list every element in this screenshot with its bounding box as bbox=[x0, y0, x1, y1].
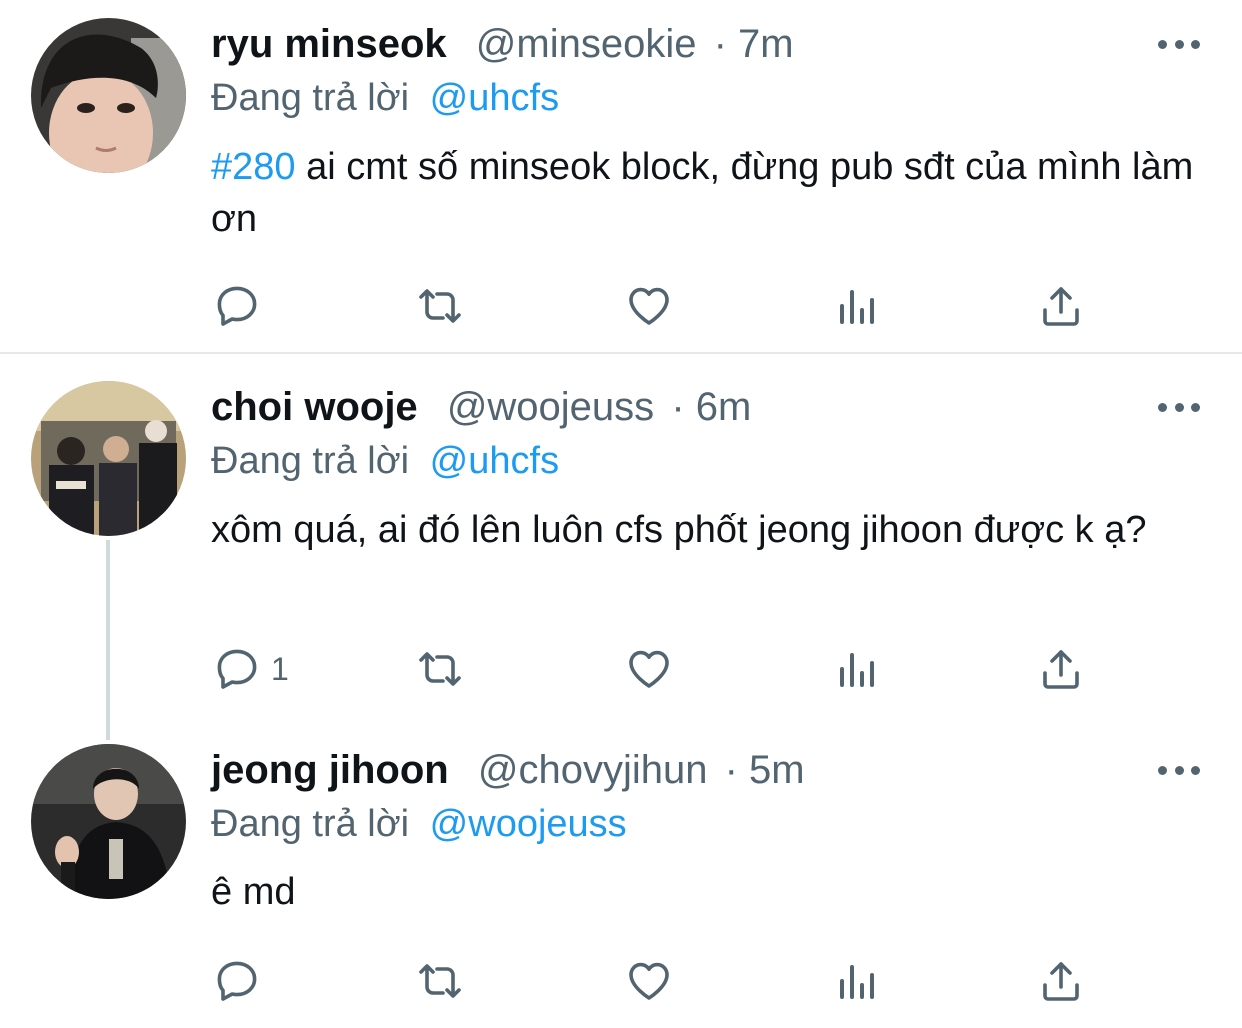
like-button[interactable] bbox=[625, 644, 673, 694]
reply-mention-link[interactable]: @uhcfs bbox=[430, 440, 559, 482]
avatar[interactable] bbox=[31, 381, 186, 536]
tweet-text: xôm quá, ai đó lên luôn cfs phốt jeong j… bbox=[211, 509, 1147, 551]
user-handle[interactable]: @chovyjihun bbox=[478, 748, 708, 792]
retweet-button[interactable] bbox=[416, 956, 464, 1006]
reply-icon bbox=[213, 645, 261, 693]
tweet-actions: 1 bbox=[213, 644, 1093, 694]
views-button[interactable] bbox=[832, 956, 880, 1006]
views-icon bbox=[832, 645, 880, 693]
share-button[interactable] bbox=[1037, 956, 1085, 1006]
reply-icon bbox=[213, 282, 261, 330]
user-handle[interactable]: @woojeuss bbox=[447, 385, 654, 429]
like-button[interactable] bbox=[625, 956, 673, 1006]
tweet-text: ê md bbox=[211, 871, 296, 913]
timestamp[interactable]: · 7m bbox=[714, 22, 794, 66]
tweet-header: choi wooje @woojeuss · 6m bbox=[211, 383, 751, 431]
reply-count: 1 bbox=[271, 650, 289, 687]
reply-mention-link[interactable]: @woojeuss bbox=[430, 803, 627, 845]
tweet-header: jeong jihoon @chovyjihun · 5m bbox=[211, 746, 805, 794]
retweet-button[interactable] bbox=[416, 281, 464, 331]
avatar-photo bbox=[31, 18, 186, 173]
tweet-actions bbox=[213, 281, 1093, 331]
retweet-icon bbox=[416, 282, 464, 330]
replying-to-label: Đang trả lời bbox=[211, 440, 410, 482]
tweet-jeong-jihoon[interactable]: jeong jihoon @chovyjihun · 5m Đang trả l… bbox=[0, 734, 1242, 1028]
more-icon[interactable] bbox=[1158, 399, 1200, 415]
reply-button[interactable] bbox=[213, 956, 271, 1006]
tweet-actions bbox=[213, 956, 1093, 1006]
share-button[interactable] bbox=[1037, 644, 1085, 694]
heart-icon bbox=[625, 645, 673, 693]
reply-mention-link[interactable]: @uhcfs bbox=[430, 77, 559, 119]
replying-to: Đang trả lời @uhcfs bbox=[211, 437, 559, 485]
replying-to-label: Đang trả lời bbox=[211, 803, 410, 845]
hashtag-link[interactable]: #280 bbox=[211, 146, 296, 188]
views-icon bbox=[832, 282, 880, 330]
timestamp[interactable]: · 5m bbox=[725, 748, 805, 792]
more-icon[interactable] bbox=[1158, 36, 1200, 52]
replying-to: Đang trả lời @woojeuss bbox=[211, 800, 627, 848]
views-button[interactable] bbox=[832, 281, 880, 331]
display-name[interactable]: choi wooje bbox=[211, 385, 418, 429]
reply-button[interactable] bbox=[213, 281, 271, 331]
tweet-body: ai cmt số minseok block, đừng pub sđt củ… bbox=[211, 146, 1194, 240]
display-name[interactable]: ryu minseok bbox=[211, 22, 447, 66]
retweet-icon bbox=[416, 645, 464, 693]
avatar-photo bbox=[31, 744, 186, 899]
timestamp[interactable]: · 6m bbox=[671, 385, 751, 429]
share-icon bbox=[1037, 282, 1085, 330]
avatar[interactable] bbox=[31, 744, 186, 899]
retweet-icon bbox=[416, 957, 464, 1005]
replying-to: Đang trả lời @uhcfs bbox=[211, 74, 559, 122]
display-name[interactable]: jeong jihoon bbox=[211, 748, 449, 792]
share-icon bbox=[1037, 645, 1085, 693]
reply-icon bbox=[213, 957, 261, 1005]
heart-icon bbox=[625, 957, 673, 1005]
more-icon[interactable] bbox=[1158, 762, 1200, 778]
replying-to-label: Đang trả lời bbox=[211, 77, 410, 119]
share-icon bbox=[1037, 957, 1085, 1005]
views-button[interactable] bbox=[832, 644, 880, 694]
user-handle[interactable]: @minseokie bbox=[476, 22, 697, 66]
like-button[interactable] bbox=[625, 281, 673, 331]
retweet-button[interactable] bbox=[416, 644, 464, 694]
share-button[interactable] bbox=[1037, 281, 1085, 331]
tweet-choi-wooje[interactable]: choi wooje @woojeuss · 6m Đang trả lời @… bbox=[0, 354, 1242, 734]
tweet-ryu-minseok[interactable]: ryu minseok @minseokie · 7m Đang trả lời… bbox=[0, 0, 1242, 352]
avatar-photo bbox=[31, 381, 186, 536]
tweet-text: #280 ai cmt số minseok block, đừng pub s… bbox=[211, 141, 1211, 245]
reply-button[interactable]: 1 bbox=[213, 644, 289, 694]
avatar[interactable] bbox=[31, 18, 186, 173]
tweet-header: ryu minseok @minseokie · 7m bbox=[211, 20, 794, 68]
heart-icon bbox=[625, 282, 673, 330]
views-icon bbox=[832, 957, 880, 1005]
